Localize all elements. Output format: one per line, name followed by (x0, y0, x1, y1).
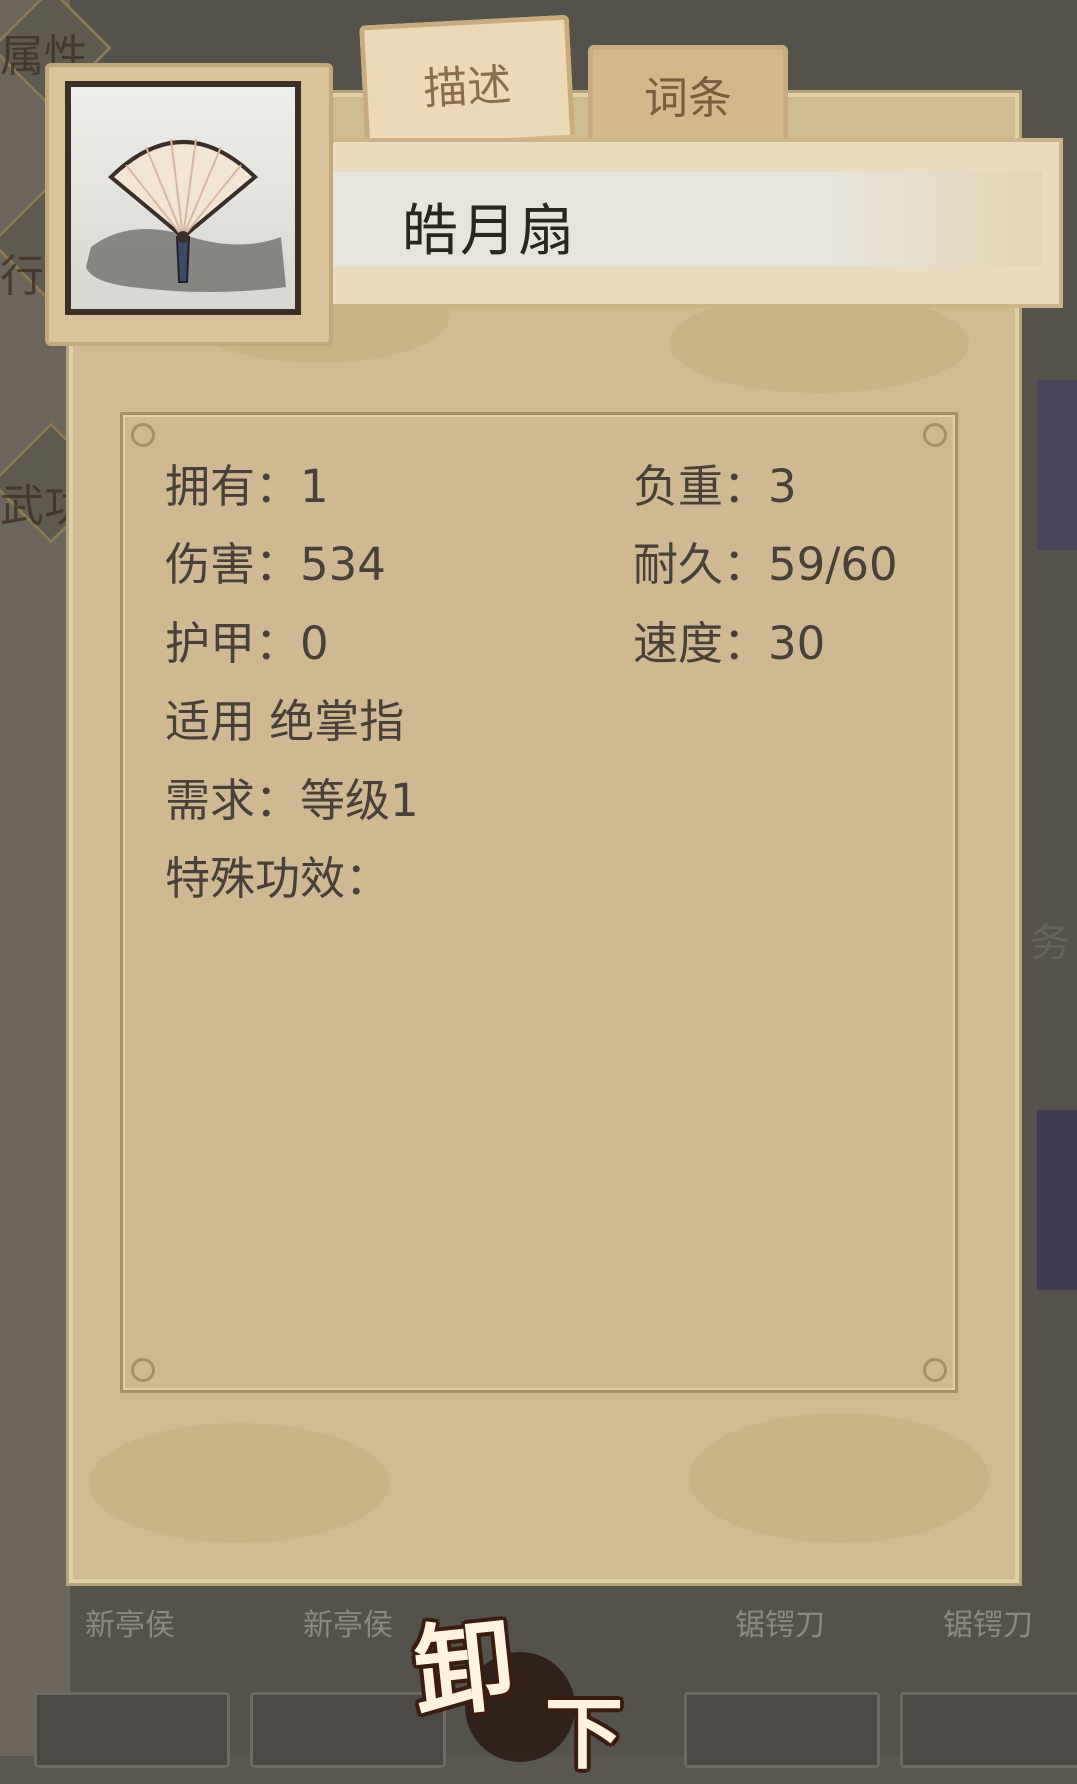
tab-entries-label: 词条 (644, 73, 732, 124)
cloud-decor (689, 1413, 989, 1543)
corner-ornament (131, 1358, 155, 1382)
item-icon-border (65, 81, 301, 315)
stat-durability: 耐久：59/60 (633, 538, 898, 591)
tab-entries[interactable]: 词条 (588, 45, 788, 138)
stat-weight: 负重：3 (633, 460, 797, 513)
corner-ornament (131, 423, 155, 447)
cloud-decor (669, 293, 969, 393)
corner-ornament (923, 1358, 947, 1382)
item-name-bar: 皓月扇 (332, 172, 1042, 266)
inventory-item-label: 新亭侯 (85, 1608, 175, 1643)
stat-speed: 速度：30 (633, 617, 826, 670)
stat-requirement: 需求：等级1 (165, 774, 419, 827)
corner-ornament (923, 423, 947, 447)
item-name-banner: 皓月扇 (320, 138, 1063, 308)
inventory-slot[interactable] (34, 1692, 230, 1768)
inventory-item-label: 锯锷刀 (943, 1608, 1033, 1643)
background-decor (1037, 380, 1077, 550)
stat-owned: 拥有：1 (165, 460, 329, 513)
unequip-label-2: 下 (545, 1689, 624, 1780)
stat-armor: 护甲：0 (165, 617, 329, 670)
background-decor (1037, 1110, 1077, 1290)
tab-description[interactable]: 描述 (359, 14, 575, 146)
cloud-decor (89, 1423, 389, 1543)
stat-applicable: 适用 绝掌指 (165, 695, 405, 748)
unequip-button[interactable]: 卸 下 (405, 1582, 645, 1780)
stat-special-effect: 特殊功效： (165, 852, 391, 905)
tab-description-label: 描述 (422, 59, 513, 115)
folding-fan-icon (71, 87, 295, 309)
inventory-slot[interactable] (684, 1692, 880, 1768)
background-task-label: 务 (1030, 920, 1070, 966)
stat-damage: 伤害：534 (165, 538, 386, 591)
unequip-label-1: 卸 (407, 1605, 520, 1733)
item-icon-frame (45, 63, 333, 346)
inventory-slot[interactable] (900, 1692, 1077, 1768)
item-name: 皓月扇 (402, 199, 576, 264)
item-stats-box: 拥有：1 负重：3 伤害：534 耐久：59/60 护甲：0 速度：30 适用 … (120, 412, 958, 1393)
inventory-item-label: 锯锷刀 (735, 1608, 825, 1643)
